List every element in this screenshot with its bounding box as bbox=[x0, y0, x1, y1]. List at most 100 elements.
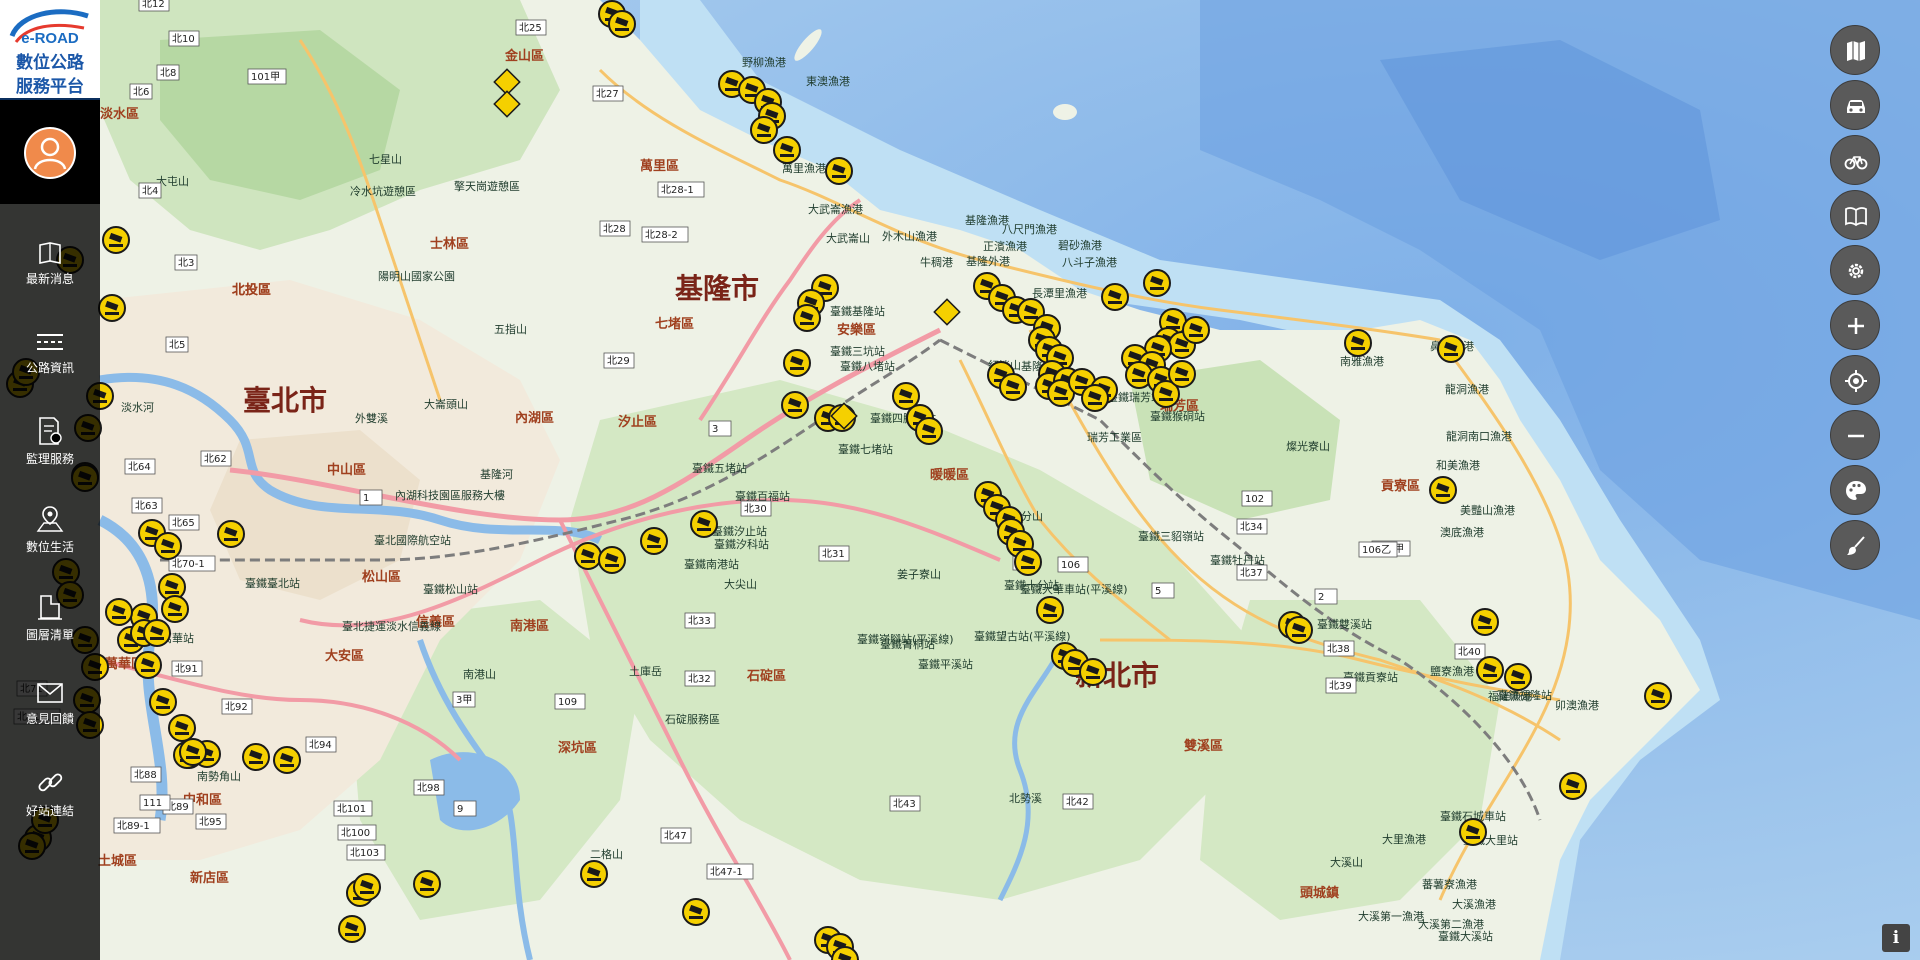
route-label: 北12 bbox=[142, 0, 165, 10]
place-label: 二格山 bbox=[590, 847, 623, 861]
cctv-camera-marker[interactable] bbox=[1036, 596, 1064, 624]
sidebar-item-layers[interactable]: 圖層清單 bbox=[0, 592, 100, 676]
cctv-camera-marker[interactable] bbox=[1182, 316, 1210, 344]
app-logo[interactable]: e-ROAD 數位公路 服務平台 bbox=[0, 0, 100, 100]
sidebar-item-label: 圖層清單 bbox=[25, 628, 74, 642]
place-label: 南港山 bbox=[463, 668, 496, 681]
car-mode-button[interactable] bbox=[1830, 80, 1880, 130]
cctv-camera-marker[interactable] bbox=[1644, 682, 1672, 710]
cctv-camera-marker[interactable] bbox=[1476, 656, 1504, 684]
cctv-camera-marker[interactable] bbox=[168, 714, 196, 742]
zoom-out-button[interactable] bbox=[1830, 410, 1880, 460]
basemap-style-button[interactable] bbox=[1830, 465, 1880, 515]
cctv-camera-marker[interactable] bbox=[773, 136, 801, 164]
district-label: 頭城鎮 bbox=[1300, 885, 1339, 901]
cctv-camera-marker[interactable] bbox=[574, 542, 602, 570]
sidebar-item-links[interactable]: 好站連結 bbox=[0, 768, 100, 852]
place-label: 臺鐵八堵站 bbox=[840, 359, 895, 373]
place-label: 臺北國際航空站 bbox=[374, 533, 451, 547]
sidebar-item-label: 數位生活 bbox=[25, 540, 74, 554]
locate-button[interactable] bbox=[1830, 355, 1880, 405]
sidebar-item-news[interactable]: 最新消息 bbox=[0, 240, 100, 324]
cctv-camera-marker[interactable] bbox=[682, 898, 710, 926]
district-label: 大安區 bbox=[325, 648, 364, 664]
route-label: 北10 bbox=[172, 33, 195, 45]
map-canvas[interactable]: 基隆市臺北市新北市金山區萬里區士林區北投區七堵區 安樂區淡水區汐止區內湖區中山區松… bbox=[0, 0, 1920, 960]
cctv-camera-marker[interactable] bbox=[783, 349, 811, 377]
info-button[interactable]: i bbox=[1882, 924, 1910, 952]
car-icon bbox=[1847, 100, 1865, 113]
place-label: 石碇服務區 bbox=[665, 712, 720, 726]
cctv-camera-marker[interactable] bbox=[1459, 818, 1487, 846]
cctv-camera-marker[interactable] bbox=[1285, 616, 1313, 644]
cctv-camera-marker[interactable] bbox=[1143, 269, 1171, 297]
sidebar-item-digital-life[interactable]: 數位生活 bbox=[0, 504, 100, 588]
route-shield: 106乙 bbox=[1358, 541, 1398, 558]
place-label: 臺鐵南港站 bbox=[684, 557, 739, 571]
sidebar-item-feedback[interactable]: 意見回饋 bbox=[0, 680, 100, 764]
cctv-camera-marker[interactable] bbox=[1344, 329, 1372, 357]
place-label: 冷水坑遊憩區 bbox=[350, 184, 416, 198]
map-mode-button[interactable] bbox=[1830, 25, 1880, 75]
cctv-camera-marker[interactable] bbox=[1081, 384, 1109, 412]
route-shield: 北4 bbox=[138, 182, 162, 199]
place-label: 牛稠港 bbox=[920, 255, 953, 269]
cctv-camera-marker[interactable] bbox=[154, 532, 182, 560]
cctv-camera-marker[interactable] bbox=[1429, 476, 1457, 504]
cctv-camera-marker[interactable] bbox=[580, 860, 608, 888]
route-label: 北5 bbox=[169, 339, 185, 351]
place-label: 卯澳漁港 bbox=[1555, 698, 1599, 712]
cctv-camera-marker[interactable] bbox=[1101, 283, 1129, 311]
cctv-camera-marker[interactable] bbox=[1079, 658, 1107, 686]
cctv-camera-marker[interactable] bbox=[1504, 663, 1532, 691]
cctv-camera-marker[interactable] bbox=[1437, 335, 1465, 363]
cctv-camera-marker[interactable] bbox=[598, 546, 626, 574]
sidebar-item-road-info[interactable]: 公路資訊 bbox=[0, 329, 100, 413]
user-avatar[interactable] bbox=[24, 127, 76, 179]
cctv-camera-marker[interactable] bbox=[242, 743, 270, 771]
zoom-in-button[interactable] bbox=[1830, 300, 1880, 350]
cctv-camera-marker[interactable] bbox=[217, 520, 245, 548]
cctv-camera-marker[interactable] bbox=[161, 595, 189, 623]
cctv-camera-marker[interactable] bbox=[750, 116, 778, 144]
measure-button[interactable] bbox=[1830, 520, 1880, 570]
cctv-camera-marker[interactable] bbox=[1559, 772, 1587, 800]
settings-button[interactable] bbox=[1830, 245, 1880, 295]
district-label: 北投區 bbox=[232, 282, 271, 298]
cctv-camera-marker[interactable] bbox=[413, 870, 441, 898]
cctv-camera-marker[interactable] bbox=[102, 226, 130, 254]
route-shield: 北34 bbox=[1236, 518, 1268, 535]
guide-button[interactable] bbox=[1830, 190, 1880, 240]
cctv-camera-marker[interactable] bbox=[353, 873, 381, 901]
cctv-camera-marker[interactable] bbox=[134, 651, 162, 679]
cctv-camera-marker[interactable] bbox=[1471, 608, 1499, 636]
route-shield: 北37 bbox=[1236, 564, 1268, 581]
cctv-camera-marker[interactable] bbox=[179, 738, 207, 766]
district-label: 石碇區 bbox=[746, 668, 786, 684]
place-label: 臺鐵大溪站 bbox=[1438, 929, 1493, 943]
cctv-camera-marker[interactable] bbox=[143, 619, 171, 647]
cctv-camera-marker[interactable] bbox=[781, 391, 809, 419]
cctv-camera-marker[interactable] bbox=[149, 688, 177, 716]
cctv-camera-marker[interactable] bbox=[105, 598, 133, 626]
cctv-camera-marker[interactable] bbox=[1014, 548, 1042, 576]
cctv-camera-marker[interactable] bbox=[1168, 360, 1196, 388]
cctv-camera-marker[interactable] bbox=[793, 304, 821, 332]
sidebar-item-document-service[interactable]: 監理服務 bbox=[0, 416, 100, 500]
cctv-camera-marker[interactable] bbox=[338, 915, 366, 943]
cctv-camera-marker[interactable] bbox=[690, 510, 718, 538]
cctv-camera-marker[interactable] bbox=[608, 10, 636, 38]
route-label: 3 bbox=[712, 424, 718, 435]
keelung-islet bbox=[1053, 104, 1077, 120]
route-label: 5 bbox=[1155, 586, 1161, 597]
cctv-camera-marker[interactable] bbox=[98, 294, 126, 322]
place-label: 野柳漁港 bbox=[742, 55, 786, 69]
cctv-camera-marker[interactable] bbox=[825, 157, 853, 185]
bike-mode-button[interactable] bbox=[1830, 135, 1880, 185]
cctv-camera-marker[interactable] bbox=[273, 746, 301, 774]
cctv-camera-marker[interactable] bbox=[999, 373, 1027, 401]
city-label: 臺北市 bbox=[243, 384, 327, 417]
cctv-camera-marker[interactable] bbox=[915, 417, 943, 445]
cctv-camera-marker[interactable] bbox=[640, 527, 668, 555]
route-shield: 北6 bbox=[129, 83, 153, 100]
